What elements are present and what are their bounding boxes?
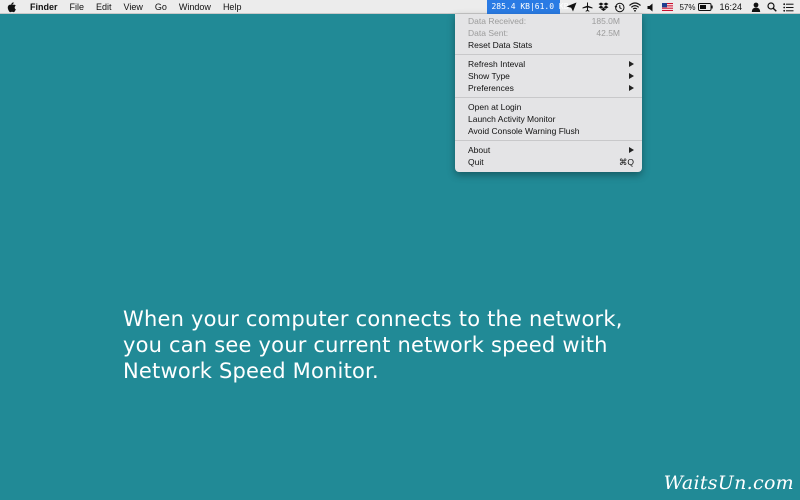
submenu-arrow-icon: [629, 147, 634, 153]
time-machine-icon[interactable]: [611, 0, 627, 14]
menu-go[interactable]: Go: [149, 0, 173, 14]
apple-icon[interactable]: [0, 0, 24, 14]
launch-activity-monitor-item[interactable]: Launch Activity Monitor: [455, 113, 642, 125]
data-received-label: Data Received:: [468, 16, 527, 26]
network-speed-indicator[interactable]: 285.4 KB|61.0 KB: [487, 0, 569, 14]
reset-data-stats-item[interactable]: Reset Data Stats: [455, 39, 642, 51]
dropbox-icon[interactable]: [595, 0, 611, 14]
show-type-item[interactable]: Show Type: [455, 70, 642, 82]
quit-item[interactable]: Quit ⌘Q: [455, 156, 642, 168]
us-flag-icon[interactable]: [659, 0, 675, 14]
show-type-label: Show Type: [468, 71, 510, 81]
about-item[interactable]: About: [455, 144, 642, 156]
menu-view[interactable]: View: [118, 0, 149, 14]
menu-separator: [455, 140, 642, 141]
data-sent-value: 42.5M: [596, 28, 620, 38]
menu-file[interactable]: File: [64, 0, 91, 14]
promo-caption: When your computer connects to the netwo…: [123, 306, 763, 384]
notification-center-icon[interactable]: [780, 0, 796, 14]
menu-bar-status-area: 285.4 KB|61.0 KB 57% 16:24: [487, 0, 800, 14]
data-sent-label: Data Sent:: [468, 28, 509, 38]
airplane-icon[interactable]: [579, 0, 595, 14]
quit-shortcut: ⌘Q: [618, 157, 634, 167]
open-at-login-item[interactable]: Open at Login: [455, 101, 642, 113]
menu-separator: [455, 97, 642, 98]
battery-icon[interactable]: [697, 0, 713, 14]
menu-bar: Finder File Edit View Go Window Help 285…: [0, 0, 800, 14]
wifi-icon[interactable]: [627, 0, 643, 14]
data-received-value: 185.0M: [591, 16, 620, 26]
caption-line: When your computer connects to the netwo…: [123, 307, 623, 331]
send-icon[interactable]: [563, 0, 579, 14]
submenu-arrow-icon: [629, 85, 634, 91]
refresh-interval-item[interactable]: Refresh Inteval: [455, 58, 642, 70]
data-sent-row: Data Sent: 42.5M: [455, 27, 642, 39]
quit-label: Quit: [468, 157, 484, 167]
menu-edit[interactable]: Edit: [90, 0, 118, 14]
caption-line: you can see your current network speed w…: [123, 333, 608, 357]
menu-window[interactable]: Window: [173, 0, 217, 14]
caption-line: Network Speed Monitor.: [123, 359, 379, 383]
network-speed-dropdown-menu: Data Received: 185.0M Data Sent: 42.5M R…: [455, 14, 642, 172]
preferences-item[interactable]: Preferences: [455, 82, 642, 94]
menu-separator: [455, 54, 642, 55]
menu-bar-clock[interactable]: 16:24: [719, 2, 742, 12]
submenu-arrow-icon: [629, 73, 634, 79]
submenu-arrow-icon: [629, 61, 634, 67]
menu-help[interactable]: Help: [217, 0, 248, 14]
search-icon[interactable]: [764, 0, 780, 14]
volume-icon[interactable]: [643, 0, 659, 14]
avoid-console-warning-flush-item[interactable]: Avoid Console Warning Flush: [455, 125, 642, 137]
menu-bar-left: Finder File Edit View Go Window Help: [0, 0, 247, 14]
battery-percentage: 57%: [679, 2, 696, 12]
about-label: About: [468, 145, 491, 155]
refresh-interval-label: Refresh Inteval: [468, 59, 526, 69]
data-received-row: Data Received: 185.0M: [455, 15, 642, 27]
preferences-label: Preferences: [468, 83, 514, 93]
user-icon[interactable]: [748, 0, 764, 14]
watermark: WaitsUn.com: [663, 472, 794, 494]
menu-app-finder[interactable]: Finder: [24, 0, 64, 14]
